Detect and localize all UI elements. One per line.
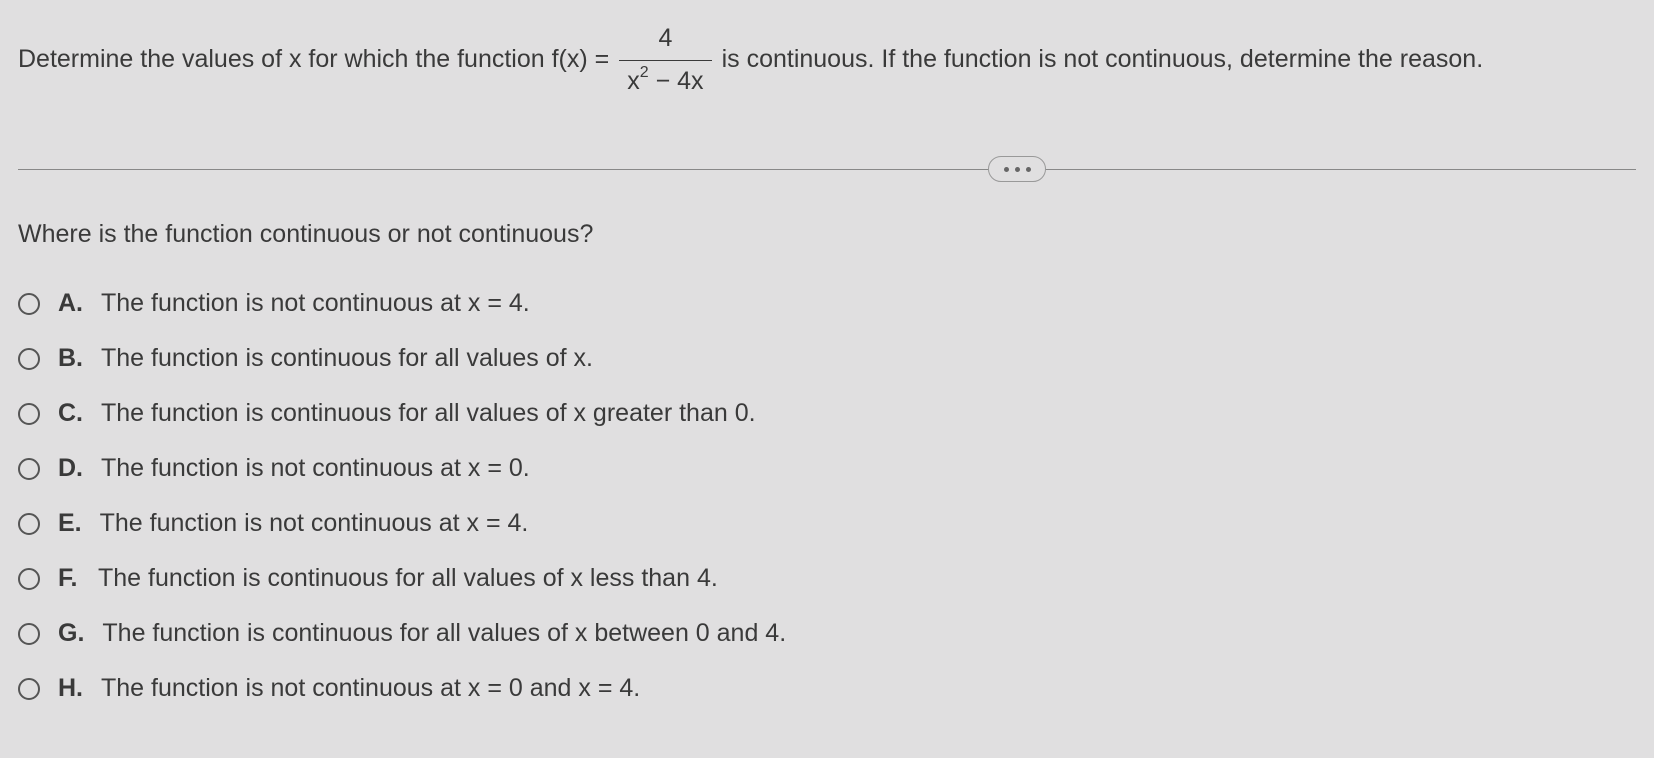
option-letter: C. [58,399,83,428]
fraction-denominator: x2 − 4x [619,60,711,101]
option-f[interactable]: F. The function is continuous for all va… [18,564,1636,593]
radio-d[interactable] [18,458,40,480]
option-b[interactable]: B. The function is continuous for all va… [18,344,1636,373]
option-h[interactable]: H. The function is not continuous at x =… [18,674,1636,703]
option-text: The function is continuous for all value… [102,619,786,648]
option-text: The function is not continuous at x = 0 … [101,674,640,703]
radio-a[interactable] [18,293,40,315]
option-g[interactable]: G. The function is continuous for all va… [18,619,1636,648]
option-a[interactable]: A. The function is not continuous at x =… [18,289,1636,318]
question-prompt: Determine the values of x for which the … [18,20,1636,100]
radio-h[interactable] [18,678,40,700]
options-list: A. The function is not continuous at x =… [18,289,1636,703]
option-letter: E. [58,509,82,538]
question-prefix: Determine the values of x for which the … [18,41,609,79]
option-text: The function is not continuous at x = 4. [101,289,530,318]
option-letter: G. [58,619,84,648]
option-text: The function is continuous for all value… [101,344,593,373]
option-text: The function is not continuous at x = 0. [101,454,530,483]
option-d[interactable]: D. The function is not continuous at x =… [18,454,1636,483]
option-letter: H. [58,674,83,703]
radio-b[interactable] [18,348,40,370]
more-options-button[interactable] [988,156,1046,182]
radio-g[interactable] [18,623,40,645]
option-letter: D. [58,454,83,483]
divider-line [18,169,1636,170]
divider-row [18,168,1636,170]
fraction-numerator: 4 [650,20,680,60]
option-text: The function is continuous for all value… [101,399,756,428]
option-c[interactable]: C. The function is continuous for all va… [18,399,1636,428]
option-text: The function is not continuous at x = 4. [100,509,529,538]
option-text: The function is continuous for all value… [98,564,718,593]
option-letter: A. [58,289,83,318]
subquestion: Where is the function continuous or not … [18,220,1636,249]
dot-icon [1004,167,1009,172]
option-letter: B. [58,344,83,373]
option-letter: F. [58,564,80,593]
dot-icon [1015,167,1020,172]
fraction: 4 x2 − 4x [619,20,711,100]
question-suffix: is continuous. If the function is not co… [722,41,1484,79]
dot-icon [1026,167,1031,172]
radio-c[interactable] [18,403,40,425]
option-e[interactable]: E. The function is not continuous at x =… [18,509,1636,538]
radio-f[interactable] [18,568,40,590]
radio-e[interactable] [18,513,40,535]
